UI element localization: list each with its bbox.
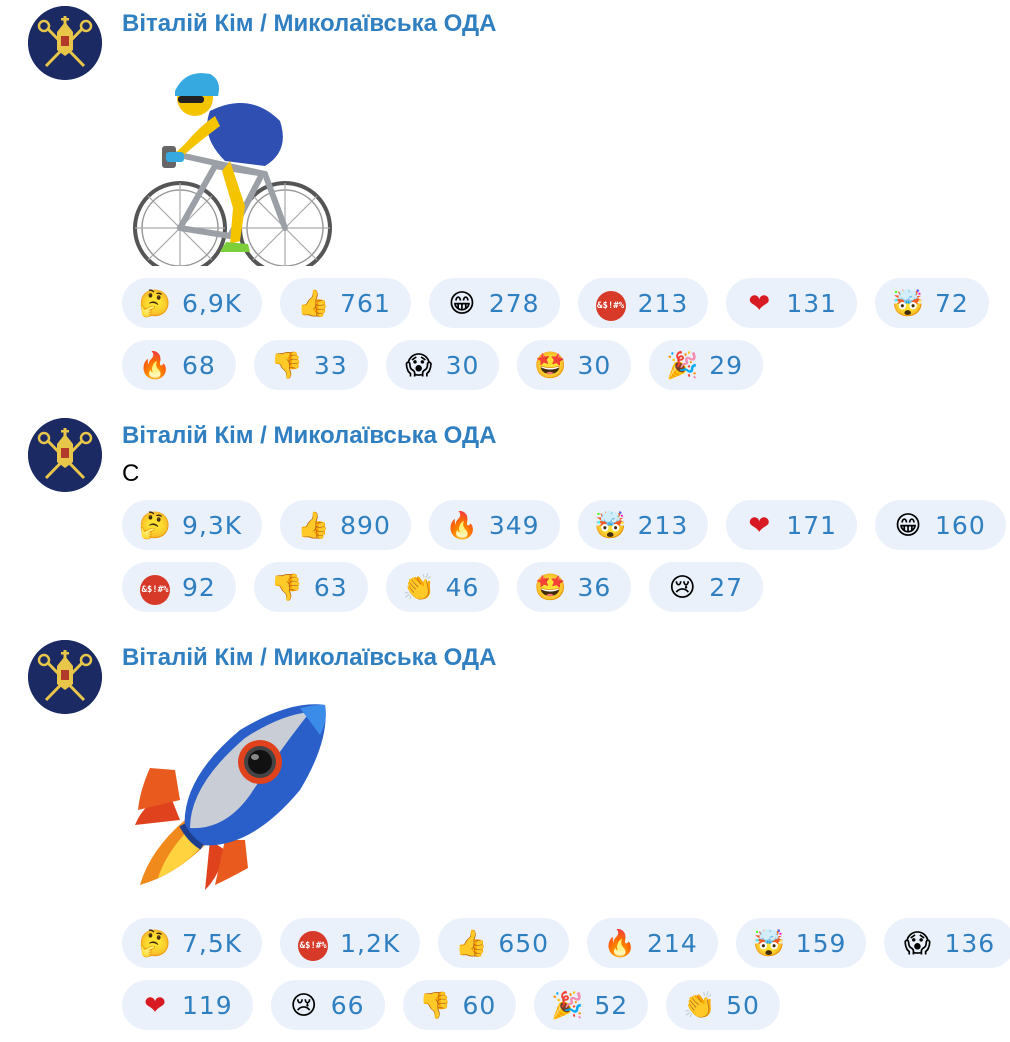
exploding-head-icon: 🤯 — [891, 288, 925, 318]
reaction-row: 🤔 7,5K &$!#% 1,2K 👍 650 🔥 214 🤯 159 😱 136 — [122, 918, 1010, 968]
rocket-sticker[interactable] — [130, 700, 330, 895]
star-struck-icon: 🤩 — [534, 572, 567, 602]
red-heart-icon: ❤ — [748, 288, 771, 318]
oblast-coat-of-arms-icon — [28, 640, 102, 714]
reaction-exploding-head[interactable]: 🤯 72 — [875, 278, 989, 328]
thumbs-down-icon: 👎 — [270, 572, 303, 602]
exploding-head-icon: 🤯 — [752, 928, 785, 958]
message-author[interactable]: Віталій Кім / Миколаївська ОДА — [122, 422, 496, 450]
reaction-row: 🤔 9,3K 👍 890 🔥 349 🤯 213 ❤ 171 😁 160 — [122, 500, 1006, 550]
fire-icon: 🔥 — [603, 928, 637, 958]
fire-icon: 🔥 — [445, 510, 479, 540]
reaction-exploding-head[interactable]: 🤯 213 — [577, 500, 709, 550]
oblast-coat-of-arms-icon — [28, 418, 102, 492]
grinning-face-icon: 😁 — [448, 288, 476, 318]
reaction-heart[interactable]: ❤ 119 — [122, 980, 253, 1030]
reaction-cursing[interactable]: &$!#% 213 — [577, 278, 709, 328]
party-popper-icon: 🎉 — [551, 990, 584, 1020]
thinking-face-icon: 🤔 — [138, 510, 172, 540]
crying-face-icon: 😢 — [668, 572, 696, 602]
reaction-clapping[interactable]: 👏 46 — [385, 562, 500, 612]
thumbs-down-icon: 👎 — [419, 990, 452, 1020]
cyclist-sticker[interactable] — [130, 66, 335, 275]
reaction-grinning[interactable]: 😁 160 — [875, 500, 1006, 550]
reaction-heart[interactable]: ❤ 131 — [726, 278, 858, 328]
reactions-bar: 🤔 6,9K 👍 761 😁 278 &$!#% 213 ❤ 131 🤯 72 🔥 68 👎 3… — [122, 278, 1002, 402]
reaction-fire[interactable]: 🔥 68 — [122, 340, 236, 390]
reaction-thumbs-up[interactable]: 👍 761 — [280, 278, 411, 328]
reaction-cursing[interactable]: &$!#% 1,2K — [280, 918, 421, 968]
reaction-clapping[interactable]: 👏 50 — [666, 980, 780, 1030]
reaction-row: 🤔 6,9K 👍 761 😁 278 &$!#% 213 ❤ 131 🤯 72 — [122, 278, 1002, 328]
cursing-face-icon: &$!#% — [296, 926, 330, 961]
reaction-thumbs-down[interactable]: 👎 63 — [253, 562, 368, 612]
reaction-thinking[interactable]: 🤔 6,9K — [122, 278, 263, 328]
reaction-party[interactable]: 🎉 29 — [649, 340, 764, 390]
reaction-row: 🔥 68 👎 33 😱 30 🤩 30 🎉 29 — [122, 340, 1002, 390]
reaction-thumbs-up[interactable]: 👍 650 — [438, 918, 570, 968]
party-popper-icon: 🎉 — [666, 350, 699, 380]
oblast-coat-of-arms-icon — [28, 6, 102, 80]
reaction-fire[interactable]: 🔥 349 — [428, 500, 560, 550]
message-author[interactable]: Віталій Кім / Миколаївська ОДА — [122, 644, 496, 672]
cursing-face-icon: &$!#% — [138, 570, 172, 605]
grinning-face-icon: 😁 — [894, 510, 922, 540]
reaction-grinning[interactable]: 😁 278 — [428, 278, 560, 328]
reaction-party[interactable]: 🎉 52 — [534, 980, 649, 1030]
reaction-row: &$!#% 92 👎 63 👏 46 🤩 36 😢 27 — [122, 562, 1002, 612]
thinking-face-icon: 🤔 — [138, 288, 172, 318]
clapping-hands-icon: 👏 — [402, 572, 435, 602]
channel-avatar[interactable] — [28, 418, 102, 492]
reaction-thumbs-up[interactable]: 👍 890 — [280, 500, 411, 550]
cursing-face-icon: &$!#% — [594, 286, 628, 321]
thumbs-up-icon: 👍 — [296, 288, 330, 318]
reactions-bar: 🤔 9,3K 👍 890 🔥 349 🤯 213 ❤ 171 😁 160 &$!#% 92 👎… — [122, 500, 1006, 624]
crying-face-icon: 😢 — [290, 990, 318, 1020]
reactions-bar: 🤔 7,5K &$!#% 1,2K 👍 650 🔥 214 🤯 159 😱 136 ❤ 119… — [122, 918, 1010, 1042]
reaction-thumbs-down[interactable]: 👎 60 — [402, 980, 517, 1030]
reaction-thinking[interactable]: 🤔 7,5K — [122, 918, 263, 968]
star-struck-icon: 🤩 — [534, 350, 567, 380]
channel-avatar[interactable] — [28, 6, 102, 80]
reaction-screaming[interactable]: 😱 30 — [385, 340, 500, 390]
exploding-head-icon: 🤯 — [594, 510, 627, 540]
reaction-screaming[interactable]: 😱 136 — [884, 918, 1010, 968]
thumbs-up-icon: 👍 — [455, 928, 488, 958]
reaction-star-struck[interactable]: 🤩 30 — [517, 340, 632, 390]
reaction-star-struck[interactable]: 🤩 36 — [517, 562, 632, 612]
screaming-face-icon: 😱 — [405, 350, 433, 380]
reaction-exploding-head[interactable]: 🤯 159 — [735, 918, 867, 968]
message-author[interactable]: Віталій Кім / Миколаївська ОДА — [122, 10, 496, 38]
reaction-thumbs-down[interactable]: 👎 33 — [253, 340, 368, 390]
red-heart-icon: ❤ — [748, 510, 771, 540]
thumbs-down-icon: 👎 — [270, 350, 303, 380]
reaction-cursing[interactable]: &$!#% 92 — [122, 562, 236, 612]
reaction-crying[interactable]: 😢 27 — [649, 562, 764, 612]
thumbs-up-icon: 👍 — [296, 510, 330, 540]
clapping-hands-icon: 👏 — [682, 990, 716, 1020]
reaction-thinking[interactable]: 🤔 9,3K — [122, 500, 263, 550]
reaction-heart[interactable]: ❤ 171 — [726, 500, 858, 550]
reaction-fire[interactable]: 🔥 214 — [587, 918, 718, 968]
screaming-face-icon: 😱 — [903, 928, 932, 958]
red-heart-icon: ❤ — [144, 990, 166, 1020]
reaction-crying[interactable]: 😢 66 — [270, 980, 385, 1030]
thinking-face-icon: 🤔 — [138, 928, 172, 958]
message-text: С — [122, 460, 140, 487]
reaction-row: ❤ 119 😢 66 👎 60 🎉 52 👏 50 — [122, 980, 1002, 1030]
fire-icon: 🔥 — [138, 350, 172, 380]
channel-avatar[interactable] — [28, 640, 102, 714]
